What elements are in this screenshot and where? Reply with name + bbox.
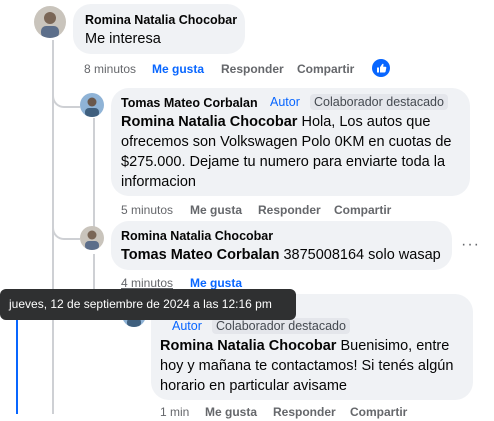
reply-button[interactable]: Responder (258, 203, 321, 217)
thread-line-sub (93, 118, 95, 228)
avatar-photo (80, 226, 104, 250)
comment-mention[interactable]: Romina Natalia Chocobar (160, 338, 336, 354)
comment-author[interactable]: Romina Natalia Chocobar (85, 13, 237, 27)
comment-text: Tomas Mateo Corbalan 3875008164 solo was… (121, 245, 441, 265)
avatar-photo (80, 93, 104, 117)
avatar[interactable] (80, 93, 104, 117)
comment-text: Romina Natalia Chocobar Hola, Los autos … (121, 112, 461, 192)
thread-line-curve-1 (52, 90, 80, 108)
like-button[interactable]: Me gusta (205, 405, 257, 419)
author-badge: Autor (270, 95, 300, 109)
like-reaction-icon[interactable] (372, 59, 390, 77)
comment-body: 3875008164 solo wasap (279, 247, 441, 263)
reply-button[interactable]: Responder (221, 62, 284, 76)
comment-mention[interactable]: Romina Natalia Chocobar (121, 114, 297, 130)
reply-button[interactable]: Responder (273, 405, 336, 419)
avatar-photo (34, 6, 66, 38)
featured-badge: Colaborador destacado (310, 94, 448, 110)
author-badge: Autor (172, 319, 202, 333)
like-button[interactable]: Me gusta (190, 276, 242, 290)
avatar[interactable] (34, 6, 66, 38)
comment-actions: 1 min Me gusta Responder Compartir (160, 405, 480, 421)
share-button[interactable]: Compartir (334, 203, 391, 217)
comment-text: Me interesa (85, 31, 161, 47)
thread-line-curve-2 (52, 222, 80, 240)
like-button[interactable]: Me gusta (152, 62, 204, 76)
avatar[interactable] (80, 226, 104, 250)
share-button[interactable]: Compartir (350, 405, 407, 419)
comment-text: Romina Natalia Chocobar Buenisimo, entre… (160, 336, 465, 396)
focus-accent-bar (16, 320, 18, 414)
comment-actions: 8 minutos Me gusta Responder Compartir (84, 62, 404, 78)
comment-author[interactable]: Tomas Mateo Corbalan (121, 96, 258, 110)
comment-time[interactable]: 4 minutos (121, 276, 173, 290)
share-button[interactable]: Compartir (297, 62, 354, 76)
comment-time[interactable]: 1 min (160, 405, 189, 419)
comment-mention[interactable]: Tomas Mateo Corbalan (121, 247, 279, 263)
featured-badge: Colaborador destacado (212, 318, 350, 334)
like-button[interactable]: Me gusta (190, 203, 242, 217)
timestamp-tooltip: jueves, 12 de septiembre de 2024 a las 1… (0, 289, 296, 320)
comment-time[interactable]: 5 minutos (121, 203, 173, 217)
comment-author[interactable]: Romina Natalia Chocobar (121, 229, 273, 243)
comment-actions: 5 minutos Me gusta Responder Compartir (121, 203, 441, 219)
more-options-icon[interactable]: ··· (461, 236, 480, 254)
comment-time[interactable]: 8 minutos (84, 62, 136, 76)
